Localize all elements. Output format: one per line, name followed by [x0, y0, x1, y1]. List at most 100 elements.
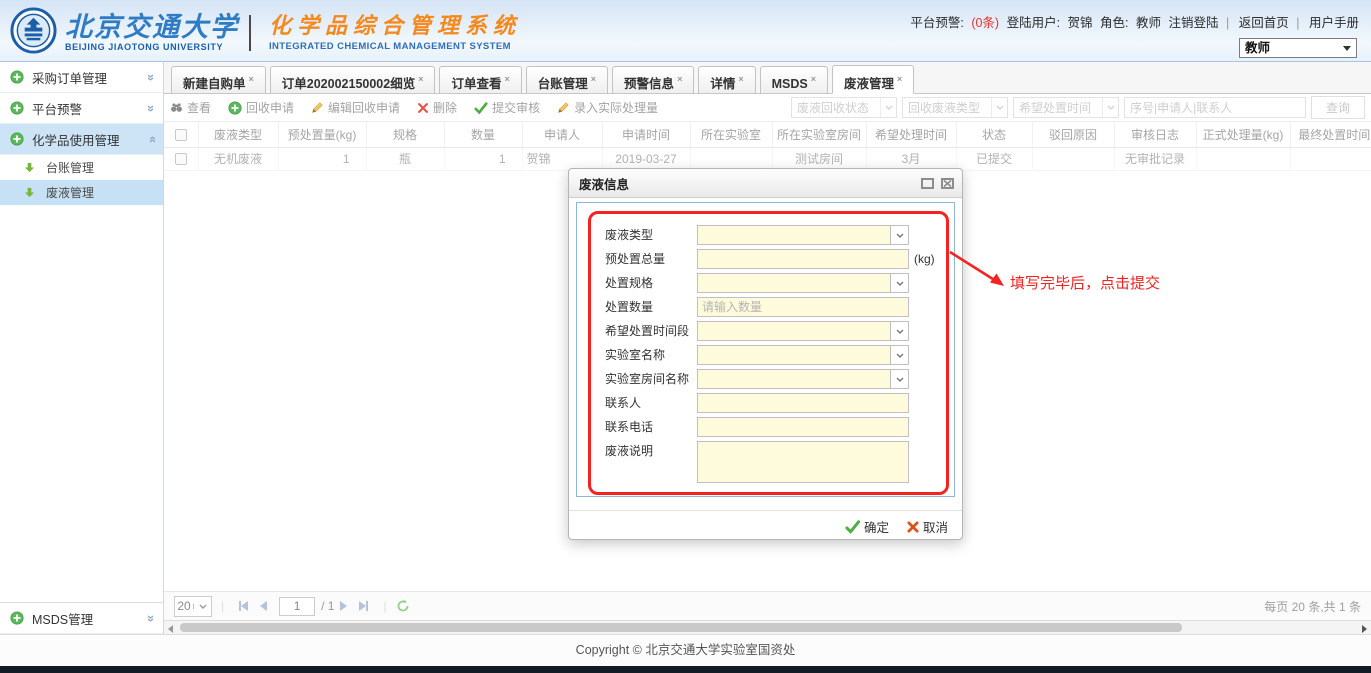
copyright-text: Copyright © 北京交通大学实验室国资处	[576, 643, 796, 657]
sidebar-item[interactable]: 化学品使用管理»	[0, 124, 163, 155]
page-size-select[interactable]: 20	[174, 596, 212, 617]
refresh-icon[interactable]	[396, 599, 410, 613]
tab-label: MSDS	[772, 77, 808, 91]
tab[interactable]: 订单查看×	[439, 66, 521, 93]
tab-close-icon[interactable]: ×	[897, 74, 902, 84]
tab[interactable]: MSDS×	[760, 66, 828, 93]
tab-close-icon[interactable]: ×	[811, 74, 816, 84]
next-page-button[interactable]	[340, 601, 347, 611]
tab[interactable]: 订单202002150002细览×	[270, 66, 436, 93]
toolbar: 查看回收申请编辑回收申请删除 提交审核录入实际处理量 废液回收状态 回收废液类型希望…	[164, 94, 1371, 122]
field-select[interactable]	[697, 369, 909, 389]
page: 北京交通大学 BEIJING JIAOTONG UNIVERSITY 化学品综合…	[0, 0, 1371, 673]
toolbar-button[interactable]: 删除	[417, 99, 457, 116]
table-cell: 已提交	[956, 147, 1032, 170]
field-input[interactable]	[697, 297, 909, 317]
table-cell	[1032, 147, 1114, 170]
table-row[interactable]: 无机废液1瓶1贺锦2019-03-27测试房间3月已提交无审批记录	[164, 147, 1371, 170]
home-link[interactable]: 返回首页	[1239, 16, 1289, 30]
tab[interactable]: 新建自购单×	[171, 66, 266, 93]
toolbar-button[interactable]: 回收申请	[228, 99, 294, 116]
tab-label: 废液管理	[844, 77, 894, 91]
row-checkbox[interactable]	[175, 153, 187, 165]
field-label: 处置数量	[605, 297, 697, 317]
tab[interactable]: 详情×	[698, 66, 755, 93]
search-input[interactable]	[1124, 97, 1306, 118]
filter-dropdown[interactable]: 回收废液类型	[902, 97, 1008, 118]
manual-link[interactable]: 用户手册	[1309, 16, 1359, 30]
horizontal-scrollbar[interactable]	[164, 620, 1371, 634]
tab[interactable]: 预警信息×	[612, 66, 694, 93]
field-select[interactable]	[697, 225, 909, 245]
scrollbar-thumb[interactable]	[180, 623, 1182, 632]
cancel-button[interactable]: 取消	[907, 517, 948, 536]
field-select[interactable]	[697, 321, 909, 341]
tab-label: 详情	[710, 77, 735, 91]
field-select[interactable]	[697, 273, 909, 293]
plus-circle-icon	[10, 132, 26, 146]
tab-close-icon[interactable]: ×	[505, 74, 510, 84]
pager-separator: |	[383, 599, 386, 613]
filter-label: 希望处置时间	[1014, 99, 1102, 116]
tab[interactable]: 废液管理×	[832, 65, 914, 94]
login-user-label: 登陆用户:	[1007, 16, 1060, 30]
page-number-input[interactable]	[279, 597, 315, 616]
field-input[interactable]	[697, 249, 909, 269]
tab-close-icon[interactable]: ×	[418, 74, 423, 84]
tab-close-icon[interactable]: ×	[677, 74, 682, 84]
field-label: 希望处置时间段	[605, 321, 697, 341]
form-row: 处置数量	[605, 297, 945, 321]
scroll-left-icon[interactable]	[168, 625, 173, 633]
sidebar-item[interactable]: 废液管理	[0, 180, 163, 205]
header-checkbox-cell	[164, 122, 198, 147]
maximize-icon[interactable]	[921, 178, 934, 189]
first-page-button[interactable]	[239, 601, 248, 611]
field-control	[697, 369, 909, 389]
binoculars-icon	[170, 101, 183, 114]
filter-label: 废液回收状态	[792, 99, 880, 116]
chevron-down-icon	[880, 98, 896, 117]
logout-link[interactable]: 注销登陆	[1169, 16, 1219, 30]
table-cell: 3月	[866, 147, 956, 170]
select-all-checkbox[interactable]	[175, 129, 187, 141]
confirm-button[interactable]: 确定	[845, 517, 889, 536]
field-input[interactable]	[697, 417, 909, 437]
form-row: 预处置总量(kg)	[605, 249, 945, 273]
field-select-value	[698, 226, 890, 244]
sidebar-item[interactable]: 采购订单管理»	[0, 62, 163, 93]
sidebar-item[interactable]: MSDS管理»	[0, 603, 163, 634]
filter-dropdown[interactable]: 希望处置时间	[1013, 97, 1119, 118]
field-suffix: (kg)	[914, 249, 935, 269]
toolbar-button[interactable]: 提交审核	[474, 99, 540, 116]
tab-close-icon[interactable]: ×	[249, 74, 254, 84]
form-row: 废液类型	[605, 225, 945, 249]
field-textarea[interactable]	[697, 441, 909, 483]
role-select-dropdown[interactable]: 教师	[1239, 38, 1357, 58]
brand-area: 北京交通大学 BEIJING JIAOTONG UNIVERSITY 化学品综合…	[10, 7, 521, 59]
toolbar-button-label: 提交审核	[492, 99, 540, 116]
tab-close-icon[interactable]: ×	[738, 74, 743, 84]
toolbar-button[interactable]: 录入实际处理量	[557, 99, 658, 116]
field-input[interactable]	[697, 393, 909, 413]
filter-dropdown[interactable]: 废液回收状态	[791, 97, 897, 118]
toolbar-button[interactable]: 编辑回收申请	[311, 99, 400, 116]
tab-close-icon[interactable]: ×	[591, 74, 596, 84]
field-select[interactable]	[697, 345, 909, 365]
field-control	[697, 225, 909, 245]
table-cell: 2019-03-27	[602, 147, 690, 170]
tab[interactable]: 台账管理×	[526, 66, 608, 93]
field-control	[697, 441, 909, 488]
toolbar-button[interactable]: 查看	[170, 99, 211, 116]
sidebar-item[interactable]: 台账管理	[0, 155, 163, 180]
platform-alert-count[interactable]: (0条)	[971, 16, 999, 30]
scroll-right-icon[interactable]	[1362, 625, 1367, 633]
plus-circle-icon	[228, 101, 242, 115]
university-name-en: BEIJING JIAOTONG UNIVERSITY	[65, 42, 239, 52]
table-cell	[1290, 147, 1371, 170]
last-page-button[interactable]	[359, 601, 368, 611]
query-button[interactable]: 查询	[1311, 96, 1365, 119]
close-icon[interactable]	[941, 178, 954, 189]
prev-page-button[interactable]	[260, 601, 267, 611]
sidebar-item[interactable]: 平台预警»	[0, 93, 163, 124]
form-row: 废液说明	[605, 441, 945, 487]
